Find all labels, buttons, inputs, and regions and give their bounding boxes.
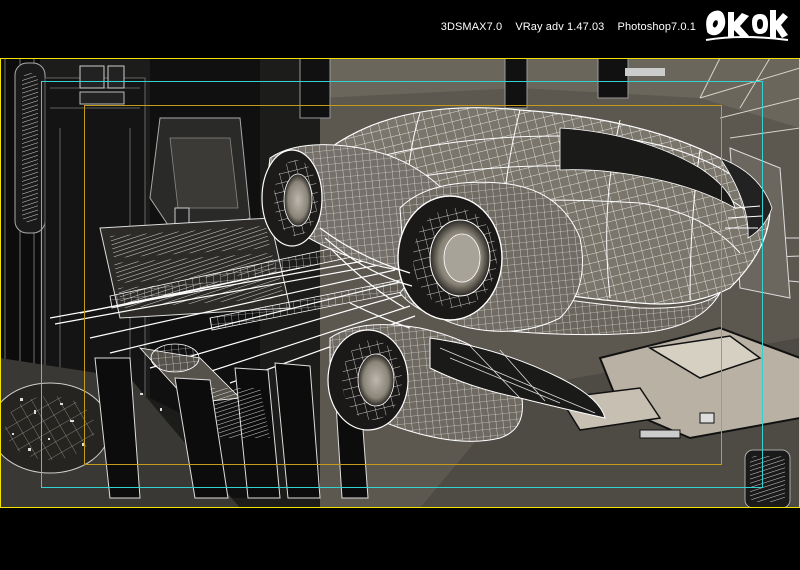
footer-bar [0,508,800,570]
software-credits: 3DSMAX7.0 VRay adv 1.47.03 Photoshop7.0.… [441,21,696,33]
render-viewport[interactable] [0,58,800,508]
artist-logo [705,10,789,41]
software-photoshop: Photoshop7.0.1 [617,21,696,33]
header-bar: 3DSMAX7.0 VRay adv 1.47.03 Photoshop7.0.… [0,0,800,58]
render-screen: 3DSMAX7.0 VRay adv 1.47.03 Photoshop7.0.… [0,0,800,570]
software-3dsmax: 3DSMAX7.0 [440,21,503,33]
software-vray: VRay adv 1.47.03 [515,21,605,33]
spaceship-wireframe-render [0,58,800,508]
